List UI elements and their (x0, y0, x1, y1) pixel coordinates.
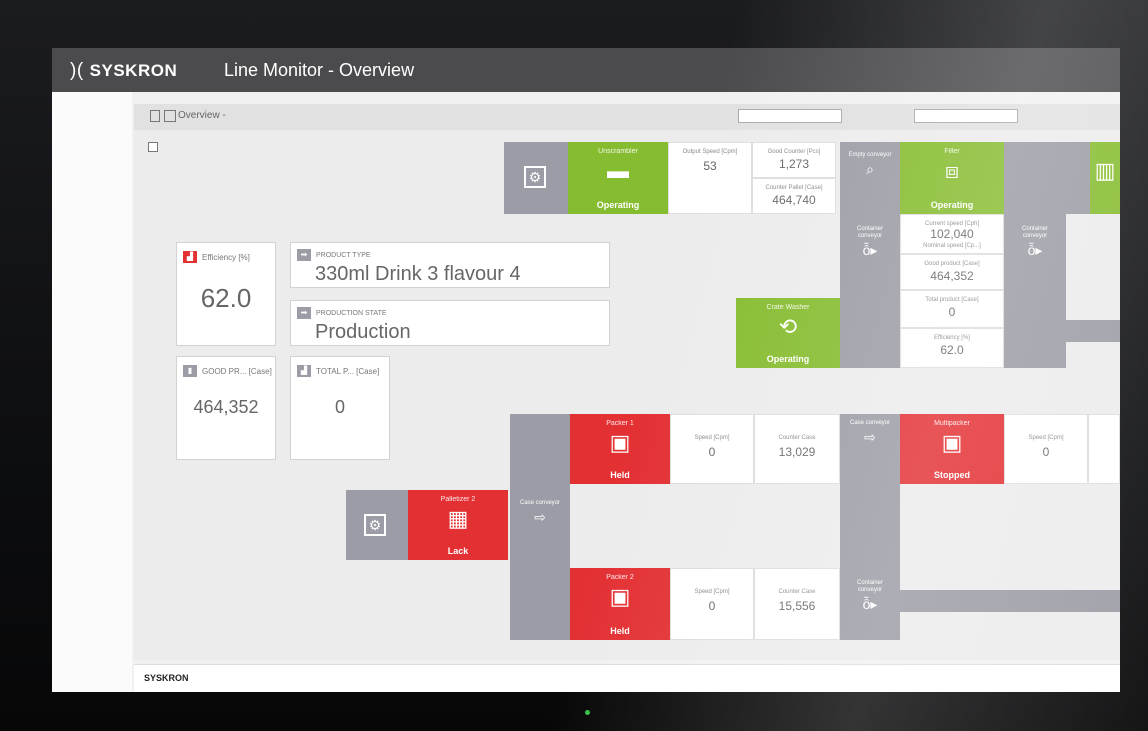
stat-current-speed: Current speed [Cph] 102,040 Nominal speed… (900, 214, 1004, 254)
washer-icon: ⟲ (778, 314, 798, 339)
filler-icon: ⧈ (945, 158, 959, 183)
bottle-icon: ▮ (183, 365, 197, 377)
machine-unscrambler[interactable]: Unscrambler ▬ Operating (568, 142, 668, 214)
conveyor-segment (1066, 142, 1090, 214)
conveyor-c5[interactable]: Case conveyor ⇨ (846, 420, 894, 446)
conveyor-right-bottom (900, 590, 1120, 612)
top-bar: )(SYSKRON Line Monitor - Overview (52, 48, 1120, 92)
conveyor-c1[interactable]: Empty conveyor ⌕ (846, 152, 894, 178)
filter-field-2[interactable] (914, 109, 1018, 123)
exit-arrow-icon: ⇨ (864, 429, 876, 445)
conveyor-column-3 (510, 414, 570, 640)
hierarchy-icon[interactable] (164, 110, 176, 122)
stat-total-product: Total product [Case] 0 (900, 290, 1004, 328)
machine-multipacker[interactable]: Multipacker ▣ Stopped (900, 414, 1004, 484)
edit-icon[interactable] (148, 142, 158, 152)
kpi-good-production[interactable]: ▮ GOOD PR... [Case] 464,352 (176, 356, 276, 460)
stat-output-speed: Output Speed [Cpm] 53 (668, 142, 752, 214)
page-title: Line Monitor - Overview (224, 60, 415, 80)
product-type-card[interactable]: ➡ PRODUCT TYPE 330ml Drink 3 flavour 4 (290, 242, 610, 288)
stat-multipacker-speed: Speed [Cpm] 0 (1004, 414, 1088, 484)
production-state-card[interactable]: ➡ PRODUCTION STATE Production (290, 300, 610, 346)
syskron-logo: )(SYSKRON (70, 60, 178, 81)
chart-icon: ▟ (183, 251, 197, 263)
gear-icon[interactable]: ⚙ (364, 514, 386, 536)
kpi-good-production-value: 464,352 (193, 397, 259, 417)
arrow-icon: ➡ (297, 307, 311, 319)
layout-icon[interactable] (150, 110, 160, 122)
conveyor-right-top (1066, 320, 1120, 342)
arrow-icon: ➡ (297, 249, 311, 261)
inspect-icon: ⌕ (866, 161, 874, 177)
kpi-total-production[interactable]: ▟ TOTAL P... [Case] 0 (290, 356, 390, 460)
kpi-efficiency-value: 62.0 (200, 283, 252, 313)
crate-icon: ▦ (447, 506, 469, 531)
machine-packer-2[interactable]: Packer 2 ▣ Held (570, 568, 670, 640)
filter-field-1[interactable] (738, 109, 842, 123)
stat-good-counter: Good Counter [Pcs] 1,273 (752, 142, 836, 178)
breadcrumb[interactable]: Overview - (178, 110, 226, 121)
stat-efficiency: Efficiency [%] 62.0 (900, 328, 1004, 368)
product-type-value: 330ml Drink 3 flavour 4 (315, 263, 521, 285)
line-canvas: ▟ Efficiency [%] 62.0 ▮ GOOD PR... [Case] … (134, 130, 1120, 660)
stat-counter-pallet: Counter Pallet [Case] 464,740 (752, 178, 836, 214)
toolbar: Overview - (134, 104, 1120, 130)
stat-packer1-counter: Counter Case 13,029 (754, 414, 840, 484)
exit-arrow-icon: ⇨ (534, 509, 546, 525)
conveyor-c3[interactable]: Container conveyor ỗ▸ (1010, 226, 1060, 259)
screen: )(SYSKRON Line Monitor - Overview Overvi… (52, 48, 1120, 692)
gear-icon[interactable]: ⚙ (524, 166, 546, 188)
stat-packer2-speed: Speed [Cpm] 0 (670, 568, 754, 640)
conveyor-c4[interactable]: Case conveyor ⇨ (516, 500, 564, 526)
machine-packer-1[interactable]: Packer 1 ▣ Held (570, 414, 670, 484)
power-led (585, 710, 590, 715)
bottle-icon: ▣ (941, 430, 963, 455)
machine-pasteurizer[interactable]: ▥ (1090, 142, 1120, 214)
stat-packer1-speed: Speed [Cpm] 0 (670, 414, 754, 484)
footer-logo: SYSKRON (144, 673, 189, 683)
conveyor-c6[interactable]: Container conveyor ỗ▸ (846, 580, 894, 613)
chart-icon: ▟ (297, 365, 311, 377)
kpi-efficiency[interactable]: ▟ Efficiency [%] 62.0 (176, 242, 276, 346)
stat-good-product: Good product [Case] 464,352 (900, 254, 1004, 290)
machine-crate-washer[interactable]: Crate Washer ⟲ Operating (736, 298, 840, 368)
bottles-arrow-icon: ỗ▸ (862, 596, 878, 612)
stat-multipacker-more (1088, 414, 1120, 484)
footer: SYSKRON (134, 664, 1120, 692)
production-state-value: Production (315, 321, 411, 343)
machine-filler[interactable]: Filler ⧈ Operating (900, 142, 1004, 214)
stat-packer2-counter: Counter Case 15,556 (754, 568, 840, 640)
bottle-icon: ▣ (609, 584, 631, 609)
kpi-total-production-value: 0 (334, 397, 345, 417)
bottles-arrow-icon: ỗ▸ (862, 242, 878, 258)
left-gutter (52, 92, 132, 692)
machine-palletizer[interactable]: Palletizer 2 ▦ Lack (408, 490, 508, 560)
bottle-icon: ▣ (609, 430, 631, 455)
tunnel-icon: ▥ (1094, 158, 1116, 183)
pallet-icon: ▬ (607, 158, 629, 183)
bottles-arrow-icon: ỗ▸ (1027, 242, 1043, 258)
conveyor-c2[interactable]: Container conveyor ỗ▸ (846, 226, 894, 259)
